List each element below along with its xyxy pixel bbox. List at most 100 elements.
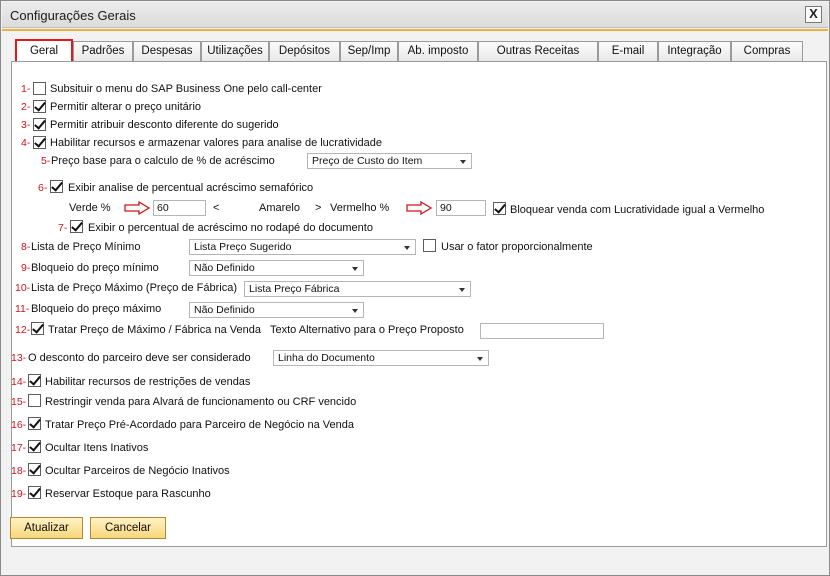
checkbox-itens-inativos[interactable] [28, 440, 41, 453]
item-number-14: 14- [11, 376, 27, 388]
item-number-4: 4- [21, 137, 31, 149]
label-fator-proporcional: Usar o fator proporcionalmente [441, 241, 593, 253]
item-number-18: 18- [11, 465, 27, 477]
label-lucratividade: Habilitar recursos e armazenar valores p… [50, 137, 382, 149]
item-number-8: 8- [21, 241, 31, 253]
item-number-7: 7- [58, 222, 68, 234]
config-window: Configurações Gerais X Geral Padrões Des… [0, 0, 830, 576]
close-button[interactable]: X [805, 6, 822, 23]
label-callcenter: Subsituir o menu do SAP Business One pel… [50, 83, 322, 95]
item-number-1: 1- [21, 83, 31, 95]
item-number-5: 5- [41, 155, 51, 167]
label-lista-minimo: Lista de Preço Mínimo [31, 241, 141, 253]
tab-padroes[interactable]: Padrões [73, 41, 133, 61]
checkbox-preco-maximo[interactable] [31, 322, 44, 335]
item-number-6: 6- [38, 182, 48, 194]
item-number-9: 9- [21, 262, 31, 274]
chevron-down-icon [459, 288, 465, 292]
select-bloqueio-maximo[interactable]: Não Definido [189, 302, 364, 318]
tab-despesas[interactable]: Despesas [133, 41, 201, 61]
checkbox-callcenter[interactable] [33, 82, 46, 95]
checkbox-parceiros-inativos[interactable] [28, 463, 41, 476]
item-number-12: 12- [15, 324, 31, 336]
tab-sep-imp[interactable]: Sep/Imp [340, 41, 398, 61]
tab-utilizacoes[interactable]: Utilizações [201, 41, 269, 61]
chevron-down-icon [352, 267, 358, 271]
select-preco-base-value: Preço de Custo do Item [312, 155, 423, 167]
label-lista-maximo: Lista de Preço Máximo (Preço de Fábrica) [31, 282, 238, 294]
label-bloqueio-maximo: Bloqueio do preço máximo [31, 303, 162, 315]
checkbox-reservar-estoque[interactable] [28, 486, 41, 499]
checkbox-alvara[interactable] [28, 394, 41, 407]
label-desconto-parceiro: O desconto do parceiro deve ser consider… [28, 352, 251, 364]
tab-bar: Geral Padrões Despesas Utilizações Depós… [13, 39, 825, 62]
checkbox-fator-proporcional[interactable] [423, 239, 436, 252]
label-alterar-preco: Permitir alterar o preço unitário [50, 101, 202, 113]
input-vermelho[interactable] [436, 200, 486, 216]
select-desconto-parceiro-value: Linha do Documento [278, 352, 375, 364]
chevron-down-icon [477, 357, 483, 361]
label-vermelho: Vermelho % [330, 202, 390, 214]
checkbox-bloquear-vermelho[interactable] [493, 202, 506, 215]
input-verde[interactable] [153, 200, 206, 216]
item-number-17: 17- [11, 442, 27, 454]
chevron-down-icon [352, 309, 358, 313]
checkbox-rodape[interactable] [70, 220, 83, 233]
label-itens-inativos: Ocultar Itens Inativos [45, 442, 149, 454]
arrow-right-icon [124, 201, 150, 215]
tab-integracao[interactable]: Integração [658, 41, 731, 61]
label-rodape: Exibir o percentual de acréscimo no roda… [88, 222, 373, 234]
checkbox-alterar-preco[interactable] [33, 100, 46, 113]
select-lista-minimo[interactable]: Lista Preço Sugerido [189, 239, 416, 255]
item-number-11: 11- [15, 303, 30, 315]
label-parceiros-inativos: Ocultar Parceiros de Negócio Inativos [45, 465, 230, 477]
update-button[interactable]: Atualizar [10, 517, 83, 539]
window-title: Configurações Gerais [10, 8, 136, 23]
item-number-13: 13- [11, 352, 27, 364]
label-texto-alternativo: Texto Alternativo para o Preço Proposto [270, 324, 464, 336]
select-lista-minimo-value: Lista Preço Sugerido [194, 241, 292, 253]
label-bloquear-vermelho: Bloquear venda com Lucratividade igual a… [510, 204, 765, 216]
title-accent-line [2, 29, 828, 31]
label-preco-pre-acordado: Tratar Preço Pré-Acordado para Parceiro … [45, 419, 354, 431]
label-preco-maximo: Tratar Preço de Máximo / Fábrica na Vend… [48, 324, 261, 336]
label-semaforico: Exibir analise de percentual acréscimo s… [68, 182, 314, 194]
item-number-15: 15- [11, 396, 27, 408]
cancel-button[interactable]: Cancelar [90, 517, 166, 539]
item-number-19: 19- [11, 488, 27, 500]
arrow-right-icon [406, 201, 432, 215]
label-preco-base: Preço base para o calculo de % de acrésc… [51, 155, 275, 167]
input-texto-alternativo[interactable] [480, 323, 604, 339]
item-number-10: 10- [15, 282, 31, 294]
checkbox-semaforico[interactable] [50, 180, 63, 193]
select-preco-base[interactable]: Preço de Custo do Item [307, 153, 472, 169]
tab-depositos[interactable]: Depósitos [269, 41, 340, 61]
tab-outras-receitas[interactable]: Outras Receitas [478, 41, 598, 61]
label-alvara: Restringir venda para Alvará de funciona… [45, 396, 357, 408]
select-bloqueio-maximo-value: Não Definido [194, 304, 255, 316]
tab-email[interactable]: E-mail [598, 41, 658, 61]
label-greater-than: > [315, 202, 322, 214]
select-bloqueio-minimo-value: Não Definido [194, 262, 255, 274]
select-lista-maximo[interactable]: Lista Preço Fábrica [244, 281, 471, 297]
tab-ab-imposto[interactable]: Ab. imposto [398, 41, 478, 61]
tab-geral[interactable]: Geral [15, 39, 73, 62]
label-reservar-estoque: Reservar Estoque para Rascunho [45, 488, 211, 500]
label-verde: Verde % [69, 202, 111, 214]
checkbox-preco-pre-acordado[interactable] [28, 417, 41, 430]
tab-compras[interactable]: Compras [731, 41, 803, 61]
select-bloqueio-minimo[interactable]: Não Definido [189, 260, 364, 276]
select-desconto-parceiro[interactable]: Linha do Documento [273, 350, 489, 366]
label-desconto-diferente: Permitir atribuir desconto diferente do … [50, 119, 279, 131]
label-less-than: < [213, 202, 220, 214]
item-number-2: 2- [21, 101, 31, 113]
checkbox-desconto-diferente[interactable] [33, 118, 46, 131]
title-bar: Configurações Gerais X [2, 2, 828, 28]
item-number-3: 3- [21, 119, 31, 131]
label-bloqueio-minimo: Bloqueio do preço mínimo [31, 262, 159, 274]
item-number-16: 16- [11, 419, 27, 431]
checkbox-restricoes-vendas[interactable] [28, 374, 41, 387]
checkbox-lucratividade[interactable] [33, 136, 46, 149]
chevron-down-icon [404, 246, 410, 250]
select-lista-maximo-value: Lista Preço Fábrica [249, 283, 340, 295]
